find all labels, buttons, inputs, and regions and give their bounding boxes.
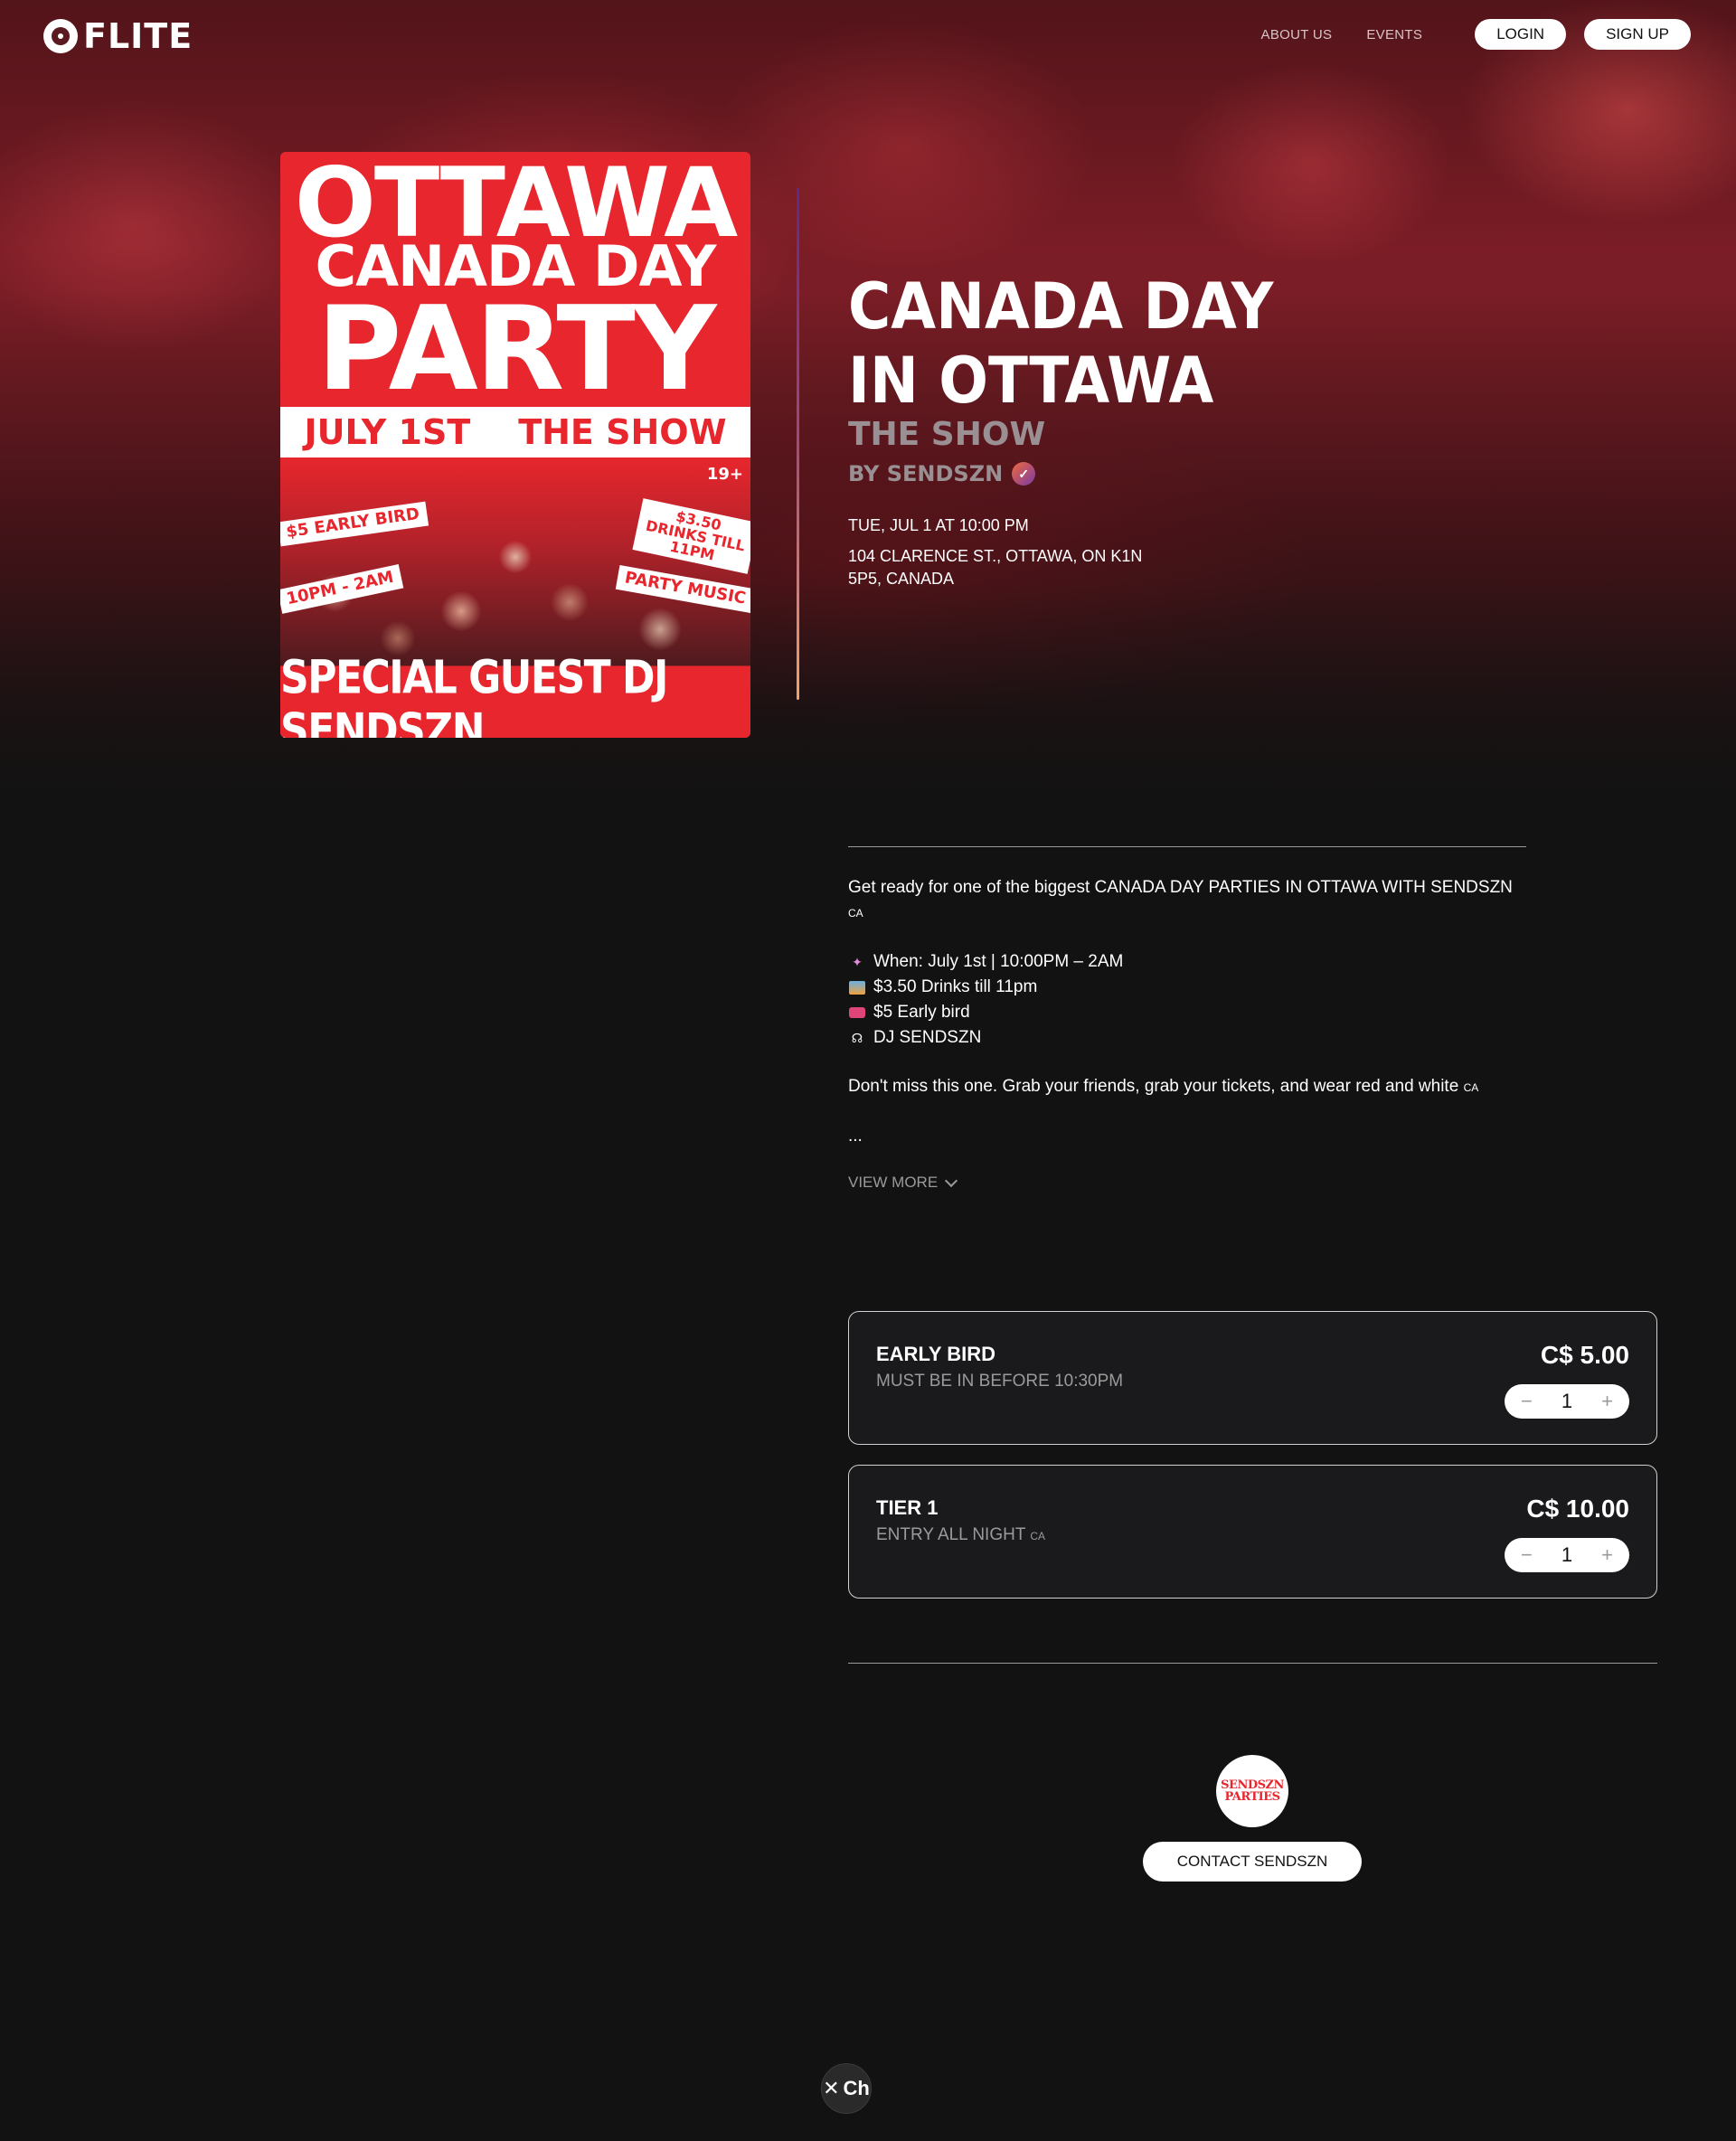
event-description: Get ready for one of the biggest CANADA … xyxy=(848,875,1535,1149)
party-popper-icon: ✦ xyxy=(852,955,863,969)
increment-button[interactable]: + xyxy=(1601,1390,1613,1413)
ticket-price: C$ 5.00 xyxy=(1540,1341,1629,1369)
poster-crowd-photo xyxy=(280,457,750,671)
poster-band-venue: THE SHOW xyxy=(518,412,727,452)
event-venue[interactable]: THE SHOW xyxy=(848,416,1045,453)
description-intro: Get ready for one of the biggest CANADA … xyxy=(848,878,1513,897)
ticket-name: TIER 1 xyxy=(876,1496,939,1519)
flite-logo[interactable]: FLITE xyxy=(43,16,193,56)
event-date: TUE, JUL 1 AT 10:00 PM xyxy=(848,516,1029,534)
description-item: $5 Early bird xyxy=(848,1000,1535,1025)
description-item: ☊ DJ SENDSZN xyxy=(848,1025,1535,1051)
quantity-value: 1 xyxy=(1561,1543,1573,1566)
picture-icon xyxy=(848,979,866,995)
quantity-stepper: − 1 + xyxy=(1505,1538,1629,1572)
ticket-name: EARLY BIRD xyxy=(876,1343,996,1365)
ticket-tier-card: EARLY BIRD MUST BE IN BEFORE 10:30PM C$ … xyxy=(848,1311,1657,1445)
nav-link-about-us[interactable]: ABOUT US xyxy=(1261,27,1333,42)
event-address[interactable]: 104 CLARENCE ST., OTTAWA, ON K1N 5P5, CA… xyxy=(848,545,1156,590)
decrement-button[interactable]: − xyxy=(1521,1390,1533,1413)
description-item: ✦ When: July 1st | 10:00PM – 2AM xyxy=(848,949,1535,975)
quantity-stepper: − 1 + xyxy=(1505,1384,1629,1419)
canada-flag-text: CA xyxy=(1030,1530,1046,1542)
chat-widget-button[interactable]: ✕ Ch xyxy=(821,2063,872,2114)
ticket-description: MUST BE IN BEFORE 10:30PM xyxy=(876,1372,1124,1391)
section-divider xyxy=(848,846,1526,847)
organizer-name: BY SENDSZN xyxy=(848,461,1004,486)
description-ellipsis: ... xyxy=(848,1127,863,1146)
increment-button[interactable]: + xyxy=(1601,1543,1613,1567)
section-divider xyxy=(848,1663,1657,1664)
nav-link-events[interactable]: EVENTS xyxy=(1366,27,1422,42)
ticket-icon xyxy=(848,1004,866,1021)
description-item: $3.50 Drinks till 11pm xyxy=(848,975,1535,1000)
event-organizer[interactable]: BY SENDSZN ✓ xyxy=(848,461,1036,486)
login-button[interactable]: LOGIN xyxy=(1475,19,1567,50)
poster-line-party: PARTY xyxy=(316,282,717,417)
decrement-button[interactable]: − xyxy=(1521,1543,1533,1567)
headphones-icon: ☊ xyxy=(851,1031,863,1045)
description-outro: Don't miss this one. Grab your friends, … xyxy=(848,1077,1479,1096)
nav-links: ABOUT US EVENTS LOGIN SIGN UP xyxy=(1261,19,1691,50)
close-icon[interactable]: ✕ xyxy=(823,2077,839,2100)
top-navigation: FLITE ABOUT US EVENTS LOGIN SIGN UP xyxy=(0,16,1736,56)
view-more-button[interactable]: VIEW MORE xyxy=(848,1174,958,1192)
verified-badge-icon: ✓ xyxy=(1012,462,1036,486)
ticket-price: C$ 10.00 xyxy=(1526,1495,1629,1523)
poster-band: JULY 1ST THE SHOW xyxy=(280,407,750,457)
avatar-text-line2: PARTIES xyxy=(1224,1790,1280,1804)
logo-disc-icon xyxy=(43,19,78,53)
chat-label: Ch xyxy=(843,2077,870,2099)
canada-flag-text: CA xyxy=(848,907,863,920)
event-poster: OTTAWA CANADA DAY PARTY JULY 1ST THE SHO… xyxy=(280,152,750,738)
contact-organizer-button[interactable]: CONTACT SENDSZN xyxy=(1143,1842,1362,1882)
logo-text: FLITE xyxy=(83,16,193,56)
quantity-value: 1 xyxy=(1561,1390,1573,1412)
ticket-tier-card: TIER 1 ENTRY ALL NIGHT CA C$ 10.00 − 1 + xyxy=(848,1465,1657,1599)
gradient-divider xyxy=(797,188,799,700)
canada-flag-text: CA xyxy=(1463,1081,1479,1094)
poster-age-limit: 19+ xyxy=(706,465,743,484)
poster-special-guest: SPECIAL GUEST DJ SENDSZN xyxy=(280,651,750,738)
chevron-down-icon xyxy=(945,1174,958,1187)
poster-band-date: JULY 1ST xyxy=(304,412,471,452)
signup-button[interactable]: SIGN UP xyxy=(1584,19,1691,50)
ticket-description: ENTRY ALL NIGHT CA xyxy=(876,1525,1046,1544)
view-more-label: VIEW MORE xyxy=(848,1174,939,1191)
event-title: CANADA DAY IN OTTAWA xyxy=(848,269,1274,418)
organizer-avatar[interactable]: SENDSZN PARTIES xyxy=(1216,1755,1288,1827)
